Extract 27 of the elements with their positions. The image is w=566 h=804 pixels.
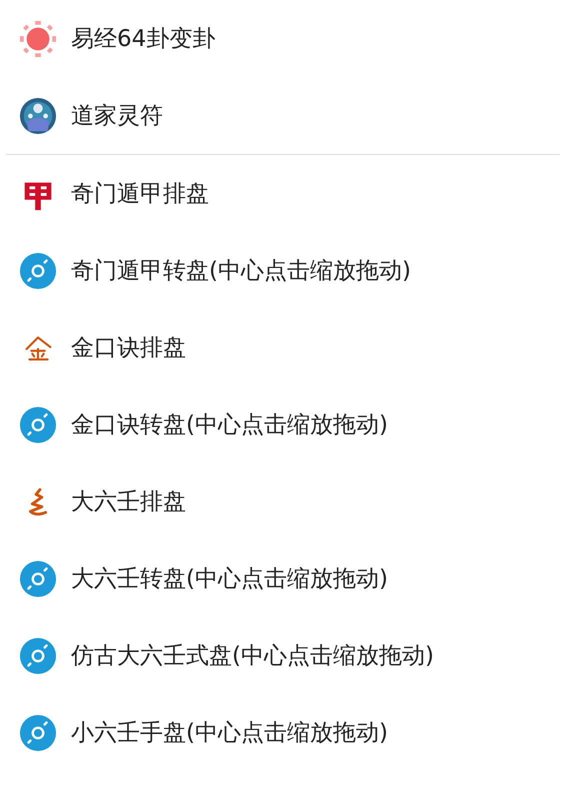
menu-item[interactable]: 奇门遁甲转盘(中心点击缩放拖动) — [0, 232, 566, 309]
disc-icon — [19, 252, 57, 290]
menu-label: 大六壬转盘(中心点击缩放拖动) — [71, 565, 388, 594]
menu-item[interactable]: 小六壬手盘(中心点击缩放拖动) — [0, 694, 566, 771]
menu-label: 金口诀转盘(中心点击缩放拖动) — [71, 411, 388, 440]
menu-label: 易经64卦变卦 — [71, 25, 216, 54]
menu-label: 奇门遁甲排盘 — [71, 180, 209, 209]
menu-label: 奇门遁甲转盘(中心点击缩放拖动) — [71, 257, 411, 286]
talisman-icon — [19, 96, 57, 134]
menu-item[interactable]: 道家灵符 — [0, 77, 566, 154]
menu-item[interactable]: 金口诀排盘 — [0, 309, 566, 386]
menu-label: 小六壬手盘(中心点击缩放拖动) — [71, 719, 388, 748]
disc-icon — [19, 636, 57, 674]
menu-item[interactable]: 大六壬转盘(中心点击缩放拖动) — [0, 540, 566, 617]
menu-item[interactable]: 易经64卦变卦 — [0, 0, 566, 77]
disc-icon — [19, 406, 57, 444]
menu-item[interactable]: 金口诀转盘(中心点击缩放拖动) — [0, 386, 566, 463]
menu-item[interactable]: 奇门遁甲排盘 — [0, 155, 566, 232]
menu-label: 金口诀排盘 — [71, 334, 186, 363]
menu-label: 大六壬排盘 — [71, 488, 186, 517]
menu-label: 仿古大六壬式盘(中心点击缩放拖动) — [71, 642, 434, 671]
sun-icon — [19, 20, 57, 58]
disc-icon — [19, 714, 57, 752]
menu-item[interactable]: 仿古大六壬式盘(中心点击缩放拖动) — [0, 617, 566, 694]
menu-item[interactable]: 大六壬排盘 — [0, 463, 566, 540]
disc-icon — [19, 560, 57, 598]
menu-label: 道家灵符 — [71, 102, 163, 131]
